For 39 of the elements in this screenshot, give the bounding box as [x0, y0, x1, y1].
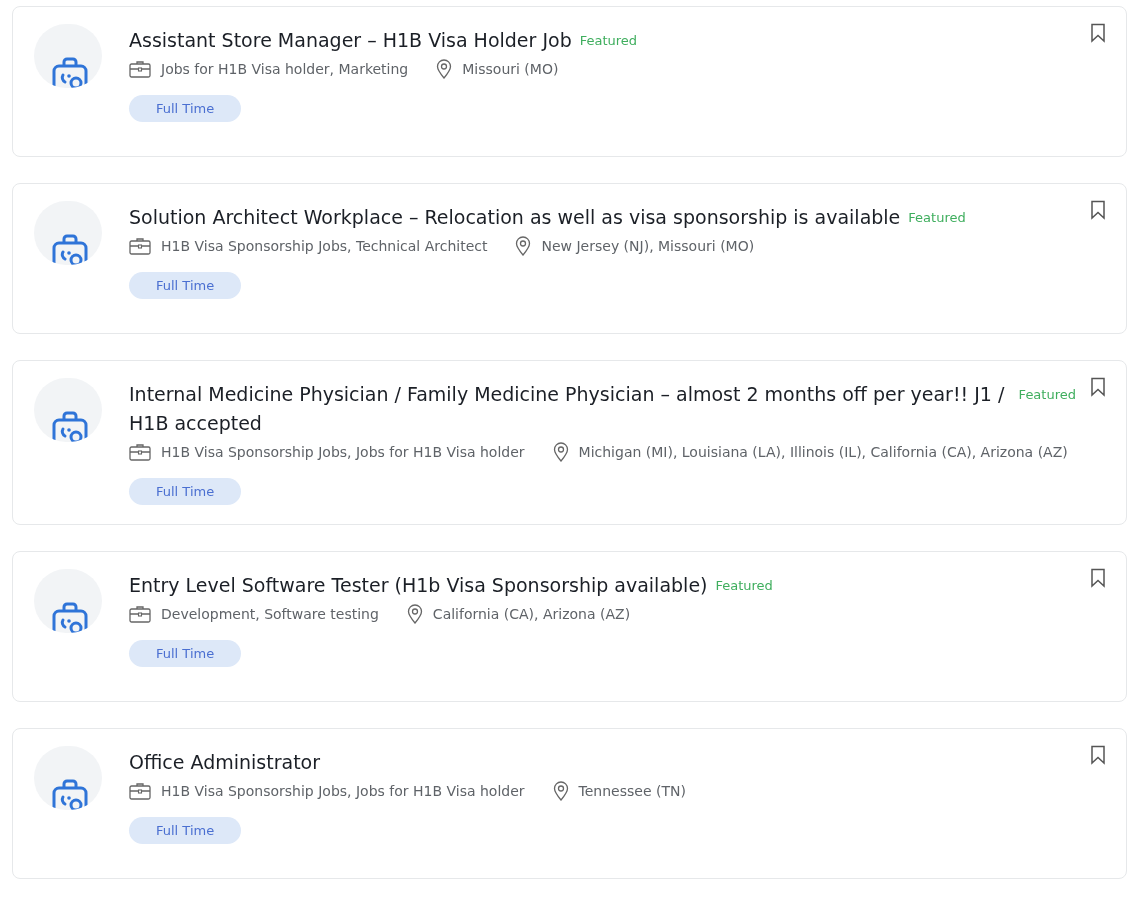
job-title[interactable]: Solution Architect Workplace – Relocation as well as visa sponsorship is available	[129, 203, 901, 232]
featured-label: Featured	[579, 33, 638, 48]
location-pin-icon	[406, 604, 423, 624]
job-type-tag[interactable]: Full Time	[129, 272, 242, 299]
job-type-tag[interactable]: Full Time	[129, 640, 242, 667]
location-pin-icon	[515, 236, 532, 256]
bookmark-icon[interactable]	[1090, 745, 1106, 765]
job-location[interactable]: Missouri (MO)	[462, 61, 559, 77]
job-type-tag[interactable]: Full Time	[129, 95, 242, 122]
job-title[interactable]: Office Administrator	[129, 748, 321, 777]
job-location[interactable]: New Jersey (NJ), Missouri (MO)	[541, 238, 755, 254]
bookmark-icon[interactable]	[1090, 377, 1106, 397]
featured-label: Featured	[1018, 387, 1076, 402]
location-pin-icon	[552, 442, 569, 462]
bookmark-icon[interactable]	[1090, 568, 1106, 588]
job-type-tag[interactable]: Full Time	[129, 478, 242, 505]
job-location[interactable]: Michigan (MI), Louisiana (LA), Illinois (IL), California (CA), Arizona (AZ)	[578, 444, 1068, 460]
job-title[interactable]: Internal Medicine Physician / Family Medicine Physician – almost 2 months off per year!! J1 / H1B accepted	[129, 380, 1011, 438]
job-location[interactable]: California (CA), Arizona (AZ)	[432, 606, 631, 622]
job-title[interactable]: Assistant Store Manager – H1B Visa Holder Job	[129, 26, 572, 55]
job-categories[interactable]: H1B Visa Sponsorship Jobs, Technical Architect	[161, 238, 488, 254]
briefcase-icon	[129, 782, 151, 800]
job-categories[interactable]: H1B Visa Sponsorship Jobs, Jobs for H1B Visa holder	[161, 783, 525, 799]
featured-label: Featured	[715, 578, 773, 593]
bookmark-icon[interactable]	[1090, 200, 1106, 220]
featured-label: Featured	[908, 210, 966, 225]
briefcase-icon	[129, 237, 151, 255]
location-pin-icon	[552, 781, 569, 801]
location-pin-icon	[436, 59, 453, 79]
briefcase-icon	[129, 605, 151, 623]
job-location[interactable]: Tennessee (TN)	[578, 783, 686, 799]
job-categories[interactable]: Development, Software testing	[161, 606, 379, 622]
briefcase-icon	[129, 60, 151, 78]
job-title[interactable]: Entry Level Software Tester (H1b Visa Sponsorship available)	[129, 571, 708, 600]
bookmark-icon[interactable]	[1090, 23, 1106, 43]
job-categories[interactable]: H1B Visa Sponsorship Jobs, Jobs for H1B Visa holder	[161, 444, 525, 460]
briefcase-icon	[129, 443, 151, 461]
job-type-tag[interactable]: Full Time	[129, 817, 242, 844]
job-categories[interactable]: Jobs for H1B Visa holder, Marketing	[161, 61, 409, 77]
